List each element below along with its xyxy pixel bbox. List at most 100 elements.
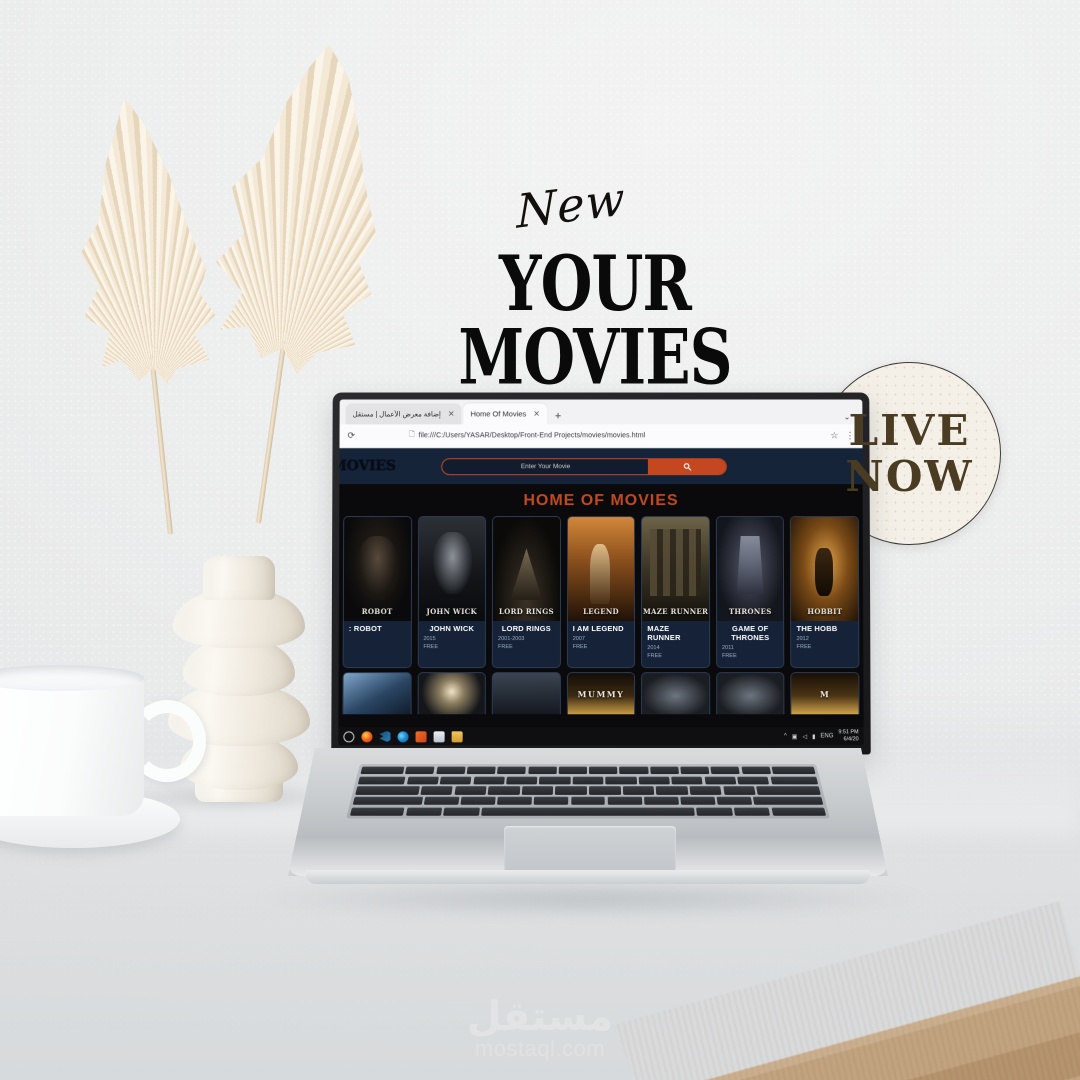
movie-title: JOHN WICK — [429, 624, 475, 634]
edge-icon[interactable] — [397, 730, 409, 742]
movie-info: JOHN WICK 2015 FREE — [418, 621, 485, 650]
new-tab-button[interactable]: + — [549, 410, 567, 424]
key — [716, 796, 753, 806]
movie-card[interactable]: THRONES GAME OF THRONES 2011 FREE — [715, 516, 785, 669]
bookmark-star-icon[interactable]: ☆ — [830, 430, 838, 441]
movie-title: MAZE RUNNER — [647, 624, 681, 642]
search-button[interactable] — [648, 458, 727, 474]
movies-grid-row-2: MUMMY M — [338, 668, 863, 715]
key — [443, 807, 481, 816]
movie-card[interactable]: M — [790, 672, 860, 715]
key — [406, 776, 439, 785]
key — [643, 796, 679, 806]
key — [589, 786, 621, 795]
key — [756, 786, 821, 795]
key — [420, 786, 454, 795]
movie-card[interactable]: ROBOT : ROBOT — [342, 516, 412, 669]
watermark-arabic: مستقل — [466, 994, 614, 1040]
movie-title: THE HOBB — [796, 624, 838, 634]
key — [605, 776, 637, 785]
movie-card[interactable]: JOHN WICK JOHN WICK 2015 FREE — [417, 516, 487, 669]
language-indicator[interactable]: ENG — [820, 733, 833, 739]
movie-poster: MAZE RUNNER — [642, 517, 709, 622]
movies-grid: ROBOT : ROBOT JOHN WICK JOHN WICK 2015 F… — [339, 516, 864, 669]
page-info-icon: 🗋 — [408, 431, 415, 439]
browser-tab-home-of-movies[interactable]: Home Of Movies ✕ — [463, 403, 547, 425]
movie-card[interactable] — [342, 672, 412, 715]
url-text: file:///C:/Users/YASAR/Desktop/Front-End… — [418, 432, 646, 440]
coffee-mug — [0, 665, 144, 816]
movie-card[interactable]: LEGEND I AM LEGEND 2007 FREE — [566, 516, 636, 669]
vase-neck — [203, 556, 275, 600]
movie-price: FREE — [721, 652, 737, 659]
key — [696, 807, 733, 816]
key — [753, 796, 824, 806]
key — [649, 766, 679, 775]
headline-block: New YOUR MOVIES HERE — [360, 171, 830, 468]
key — [460, 796, 496, 806]
key — [454, 786, 487, 795]
site-logo[interactable]: MOVIES — [338, 458, 395, 474]
browser-tab-portfolio[interactable]: إضافة معرض الأعمال | مستقل ✕ — [345, 403, 462, 425]
windows-taskbar: ^ ▣ ◁ ▮ ENG 9:51 PM 6/4/20 — [338, 727, 864, 746]
poster-title: LEGEND — [583, 607, 619, 617]
movie-card[interactable]: HOBBIT THE HOBB 2012 FREE — [790, 516, 860, 669]
movie-card[interactable]: LORD RINGS LORD RINGS 2001-2003 FREE — [491, 516, 561, 669]
movie-info: LORD RINGS 2001-2003 FREE — [493, 621, 560, 650]
movie-poster: HOBBIT — [791, 517, 859, 622]
volume-icon[interactable]: ◁ — [802, 733, 807, 740]
poster-title: ROBOT — [361, 607, 393, 617]
folder-icon[interactable] — [451, 730, 463, 742]
key — [570, 796, 606, 806]
movie-card[interactable]: MUMMY — [566, 672, 636, 715]
movie-year: 2015 — [423, 635, 436, 642]
taskbar-clock[interactable]: 9:51 PM 6/4/20 — [838, 730, 858, 744]
firefox-icon[interactable] — [361, 730, 373, 742]
document-icon[interactable] — [433, 730, 445, 742]
badge-line-live: LIVE — [848, 405, 971, 455]
browser-chrome: إضافة معرض الأعمال | مستقل ✕ Home Of Mov… — [339, 399, 863, 449]
movie-card[interactable] — [716, 672, 785, 715]
key — [572, 776, 604, 785]
poster-title: MUMMY — [577, 688, 625, 699]
movies-website: MOVIES HOME OF MOVIES — [338, 448, 864, 746]
tray-chevron-icon[interactable]: ^ — [784, 733, 787, 739]
movie-card[interactable]: MAZE RUNNER MAZE RUNNER 2014 FREE — [641, 516, 710, 669]
key — [534, 796, 569, 806]
reload-icon[interactable]: ⟳ — [348, 430, 356, 441]
key — [539, 776, 571, 785]
key — [771, 807, 827, 816]
vscode-icon[interactable] — [379, 731, 390, 742]
laptop-lid: إضافة معرض الأعمال | مستقل ✕ Home Of Mov… — [331, 392, 871, 755]
laptop-trackpad — [504, 826, 676, 872]
search-icon[interactable] — [343, 730, 355, 742]
key — [355, 786, 420, 795]
network-icon[interactable]: ▣ — [792, 733, 798, 740]
site-navbar: MOVIES — [338, 448, 863, 485]
browser-tab-strip: إضافة معرض الأعمال | مستقل ✕ Home Of Mov… — [339, 399, 863, 425]
close-icon[interactable]: ✕ — [448, 409, 455, 418]
movie-card[interactable] — [417, 672, 486, 715]
battery-icon[interactable]: ▮ — [812, 733, 815, 740]
movie-card[interactable] — [641, 672, 711, 715]
url-input[interactable]: 🗋 file:///C:/Users/YASAR/Desktop/Front-E… — [361, 428, 825, 444]
app-icon[interactable] — [415, 730, 427, 742]
movie-year: 2007 — [572, 635, 585, 642]
key — [655, 786, 689, 795]
movie-card[interactable] — [491, 672, 561, 715]
movie-info: MAZE RUNNER 2014 FREE — [642, 621, 709, 659]
movie-info: GAME OF THRONES 2011 FREE — [717, 621, 784, 659]
key — [352, 796, 424, 806]
key — [733, 807, 771, 816]
laptop-screen: إضافة معرض الأعمال | مستقل ✕ Home Of Mov… — [338, 399, 864, 746]
key — [423, 796, 460, 806]
key — [506, 776, 538, 785]
scene: New YOUR MOVIES HERE LIVE NOW إضافة معرض… — [0, 0, 1080, 1080]
key — [722, 786, 756, 795]
close-icon[interactable]: ✕ — [533, 409, 540, 418]
key — [357, 776, 406, 785]
search-input[interactable] — [442, 458, 649, 474]
key — [349, 807, 405, 816]
key — [771, 766, 816, 775]
key — [689, 786, 722, 795]
